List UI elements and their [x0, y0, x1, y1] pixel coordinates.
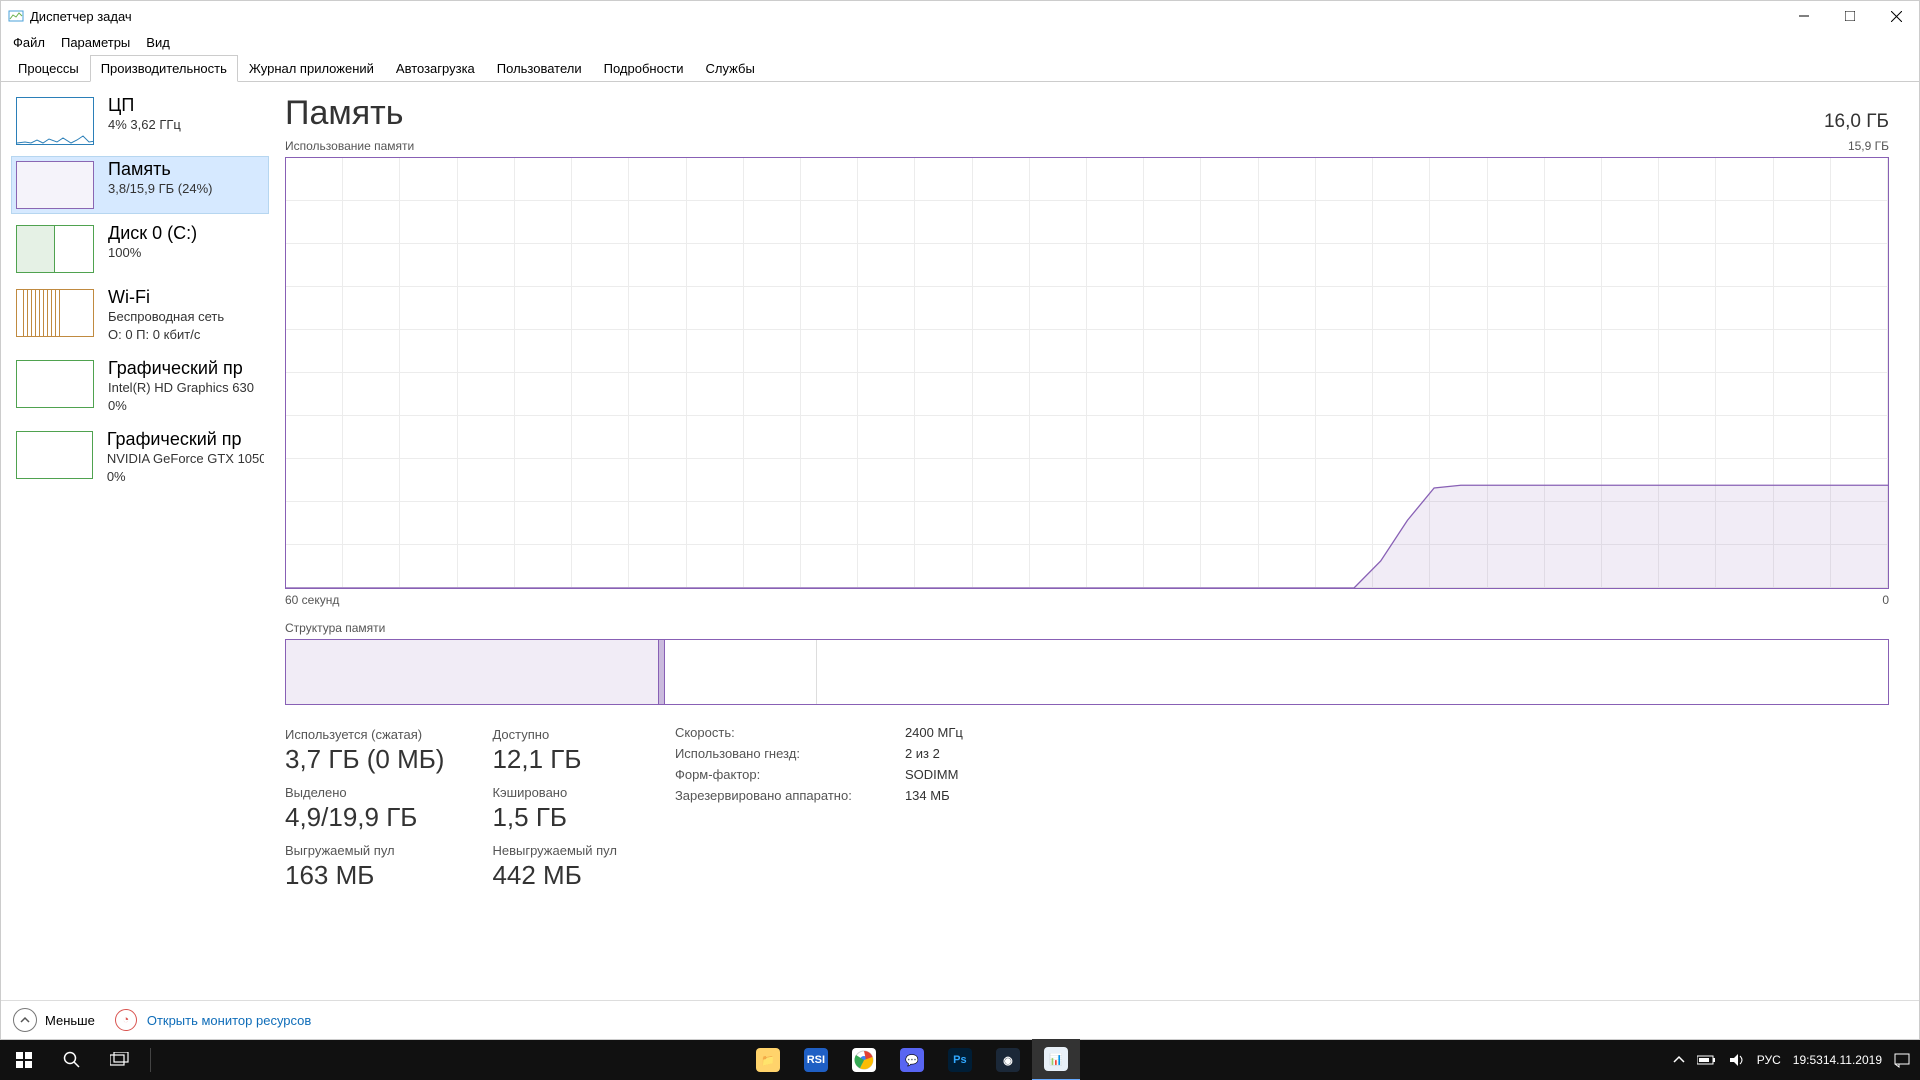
taskbar-photoshop[interactable]: Ps [936, 1040, 984, 1080]
taskbar-discord[interactable]: 💬 [888, 1040, 936, 1080]
wifi-thumb [16, 289, 94, 337]
volume-icon[interactable] [1723, 1040, 1751, 1080]
action-center-icon[interactable] [1888, 1040, 1916, 1080]
perf-content: Память 16,0 ГБ Использование памяти 15,9 … [269, 82, 1919, 1000]
titlebar: Диспетчер задач [1, 1, 1919, 31]
tab-processes[interactable]: Процессы [7, 55, 90, 82]
memory-composition-bar [285, 639, 1889, 705]
sidebar-item-gpu0[interactable]: Графический прIntel(R) HD Graphics 6300% [11, 355, 269, 420]
composition-used [286, 640, 659, 704]
tab-performance[interactable]: Производительность [90, 55, 238, 82]
tray-chevron-icon[interactable] [1667, 1040, 1691, 1080]
clock[interactable]: 19:5314.11.2019 [1787, 1040, 1888, 1080]
perf-sidebar: ЦП4% 3,62 ГГц Память3,8/15,9 ГБ (24%) Ди… [1, 82, 269, 1000]
taskbar-steam[interactable]: ◉ [984, 1040, 1032, 1080]
kv-slots: 2 из 2 [905, 746, 940, 761]
menu-options[interactable]: Параметры [53, 33, 138, 52]
system-tray: РУС 19:5314.11.2019 [1667, 1040, 1920, 1080]
tab-services[interactable]: Службы [695, 55, 766, 82]
window-title: Диспетчер задач [30, 9, 1781, 24]
taskbar-taskmgr[interactable]: 📊 [1032, 1039, 1080, 1080]
kv-hwres: 134 МБ [905, 788, 950, 803]
tab-startup[interactable]: Автозагрузка [385, 55, 486, 82]
total-memory: 16,0 ГБ [1824, 111, 1889, 133]
chart-svg [286, 158, 1888, 588]
menu-view[interactable]: Вид [138, 33, 178, 52]
memory-usage-chart [285, 157, 1889, 589]
stats-block: Используется (сжатая) 3,7 ГБ (0 МБ) Выде… [285, 725, 1889, 901]
language-indicator[interactable]: РУС [1751, 1040, 1787, 1080]
resmon-icon[interactable]: ◔ [115, 1009, 137, 1031]
kv-form: SODIMM [905, 767, 958, 782]
chevron-up-icon[interactable] [13, 1008, 37, 1032]
taskbar-rsi[interactable]: RSI [792, 1040, 840, 1080]
page-title: Память [285, 94, 403, 133]
taskview-button[interactable] [96, 1040, 144, 1080]
taskbar-apps: 📁 RSI 💬 Ps ◉ 📊 [157, 1039, 1667, 1080]
app-icon [8, 8, 24, 24]
task-manager-window: Диспетчер задач Файл Параметры Вид Проце… [0, 0, 1920, 1040]
memory-thumb [16, 161, 94, 209]
composition-standby [665, 640, 817, 704]
sidebar-item-disk[interactable]: Диск 0 (C:)100% [11, 220, 269, 278]
stat-paged: 163 МБ [285, 860, 444, 891]
cpu-title: ЦП [108, 95, 181, 116]
sidebar-item-gpu1[interactable]: Графический прNVIDIA GeForce GTX 10500% [11, 426, 269, 491]
composition-free [817, 640, 1888, 704]
gpu0-thumb [16, 360, 94, 408]
tab-app-history[interactable]: Журнал приложений [238, 55, 385, 82]
sidebar-item-cpu[interactable]: ЦП4% 3,62 ГГц [11, 92, 269, 150]
sidebar-item-memory[interactable]: Память3,8/15,9 ГБ (24%) [11, 156, 269, 214]
fewer-details-link[interactable]: Меньше [45, 1013, 95, 1028]
menu-file[interactable]: Файл [5, 33, 53, 52]
kv-speed: 2400 МГц [905, 725, 963, 740]
tab-details[interactable]: Подробности [593, 55, 695, 82]
stat-commit: 4,9/19,9 ГБ [285, 802, 444, 833]
time-right: 0 [1882, 593, 1889, 607]
search-button[interactable] [48, 1040, 96, 1080]
battery-icon[interactable] [1691, 1040, 1723, 1080]
gpu1-thumb [16, 431, 93, 479]
windows-taskbar: 📁 RSI 💬 Ps ◉ 📊 РУС 19:5314.11.2019 [0, 1040, 1920, 1080]
composition-label: Структура памяти [285, 621, 1889, 635]
start-button[interactable] [0, 1040, 48, 1080]
tabstrip: Процессы Производительность Журнал прило… [1, 53, 1919, 82]
stat-used: 3,7 ГБ (0 МБ) [285, 744, 444, 775]
taskbar-chrome[interactable] [840, 1040, 888, 1080]
cpu-thumb [16, 97, 94, 145]
stat-nonpaged: 442 МБ [492, 860, 617, 891]
disk-thumb [16, 225, 94, 273]
usage-max: 15,9 ГБ [1848, 139, 1889, 153]
time-left: 60 секунд [285, 593, 339, 607]
close-button[interactable] [1873, 1, 1919, 31]
usage-label: Использование памяти [285, 139, 414, 153]
taskbar-divider [150, 1048, 151, 1072]
taskbar-explorer[interactable]: 📁 [744, 1040, 792, 1080]
minimize-button[interactable] [1781, 1, 1827, 31]
stat-cached: 1,5 ГБ [492, 802, 617, 833]
open-resmon-link[interactable]: Открыть монитор ресурсов [147, 1013, 311, 1028]
footer: Меньше ◔ Открыть монитор ресурсов [1, 1000, 1919, 1039]
tab-users[interactable]: Пользователи [486, 55, 593, 82]
sidebar-item-wifi[interactable]: Wi-FiБеспроводная сетьО: 0 П: 0 кбит/с [11, 284, 269, 349]
stat-avail: 12,1 ГБ [492, 744, 617, 775]
maximize-button[interactable] [1827, 1, 1873, 31]
menubar: Файл Параметры Вид [1, 31, 1919, 53]
